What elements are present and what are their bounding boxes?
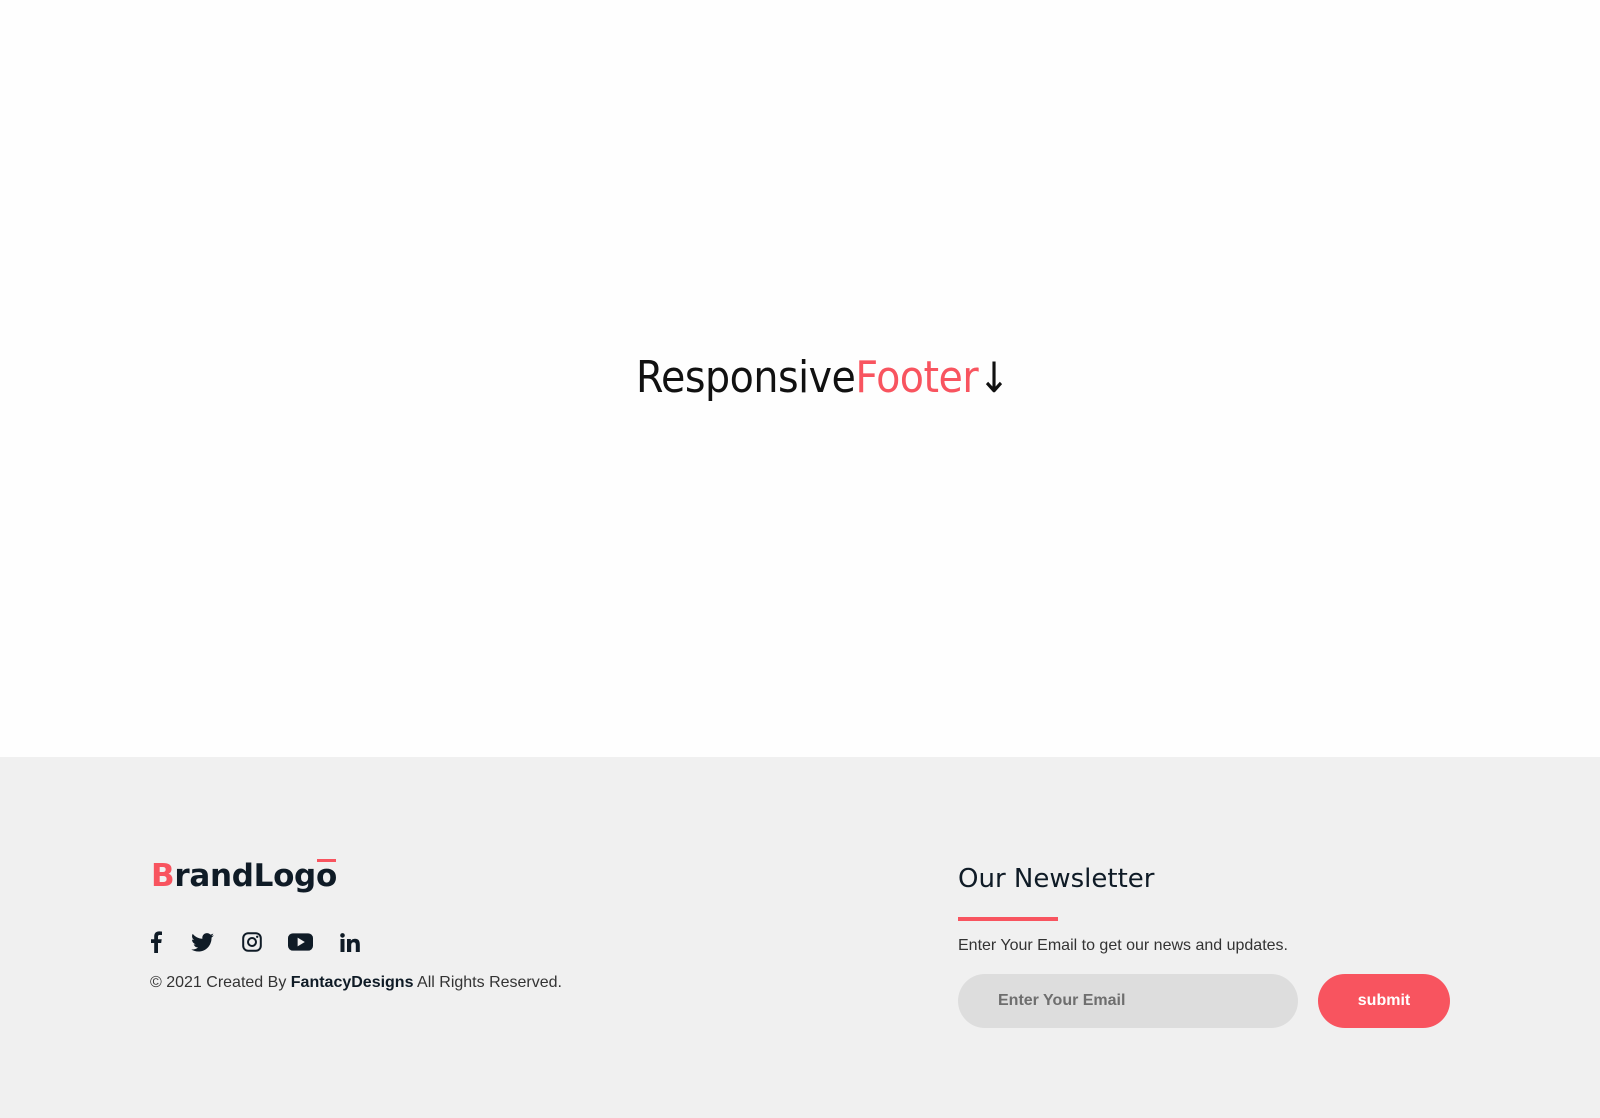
brand-logo[interactable]: BrandLogo <box>151 858 337 894</box>
brand-logo-initial: B <box>151 858 175 894</box>
hero-title-main: Responsive <box>636 352 856 403</box>
twitter-icon[interactable] <box>189 929 215 955</box>
copyright-prefix: © 2021 Created By <box>150 974 291 991</box>
copyright-text: © 2021 Created By FantacyDesigns All Rig… <box>150 974 562 992</box>
youtube-icon[interactable] <box>287 929 313 955</box>
newsletter-description: Enter Your Email to get our news and upd… <box>958 937 1288 954</box>
linkedin-icon[interactable] <box>339 929 361 955</box>
facebook-icon[interactable] <box>149 929 163 955</box>
footer: BrandLogo © 2021 Created By FantacyDesig… <box>0 757 1600 1118</box>
hero-section: ResponsiveFooter↓ <box>0 0 1600 757</box>
page: ResponsiveFooter↓ BrandLogo © 2021 Creat… <box>0 0 1600 1118</box>
copyright-author-link[interactable]: FantacyDesigns <box>291 974 414 991</box>
newsletter-underline <box>958 917 1058 921</box>
newsletter-title: Our Newsletter <box>958 864 1155 894</box>
submit-button[interactable]: submit <box>1318 974 1450 1028</box>
instagram-icon[interactable] <box>241 929 263 955</box>
email-input[interactable] <box>958 974 1298 1028</box>
arrow-down-icon: ↓ <box>978 353 1010 402</box>
hero-title-accent: Footer <box>855 352 979 403</box>
hero-title: ResponsiveFooter↓ <box>636 352 1010 403</box>
copyright-suffix: All Rights Reserved. <box>413 974 562 991</box>
brand-logo-last: o <box>315 858 337 894</box>
social-links <box>149 929 361 955</box>
brand-logo-middle: randLog <box>174 858 316 894</box>
